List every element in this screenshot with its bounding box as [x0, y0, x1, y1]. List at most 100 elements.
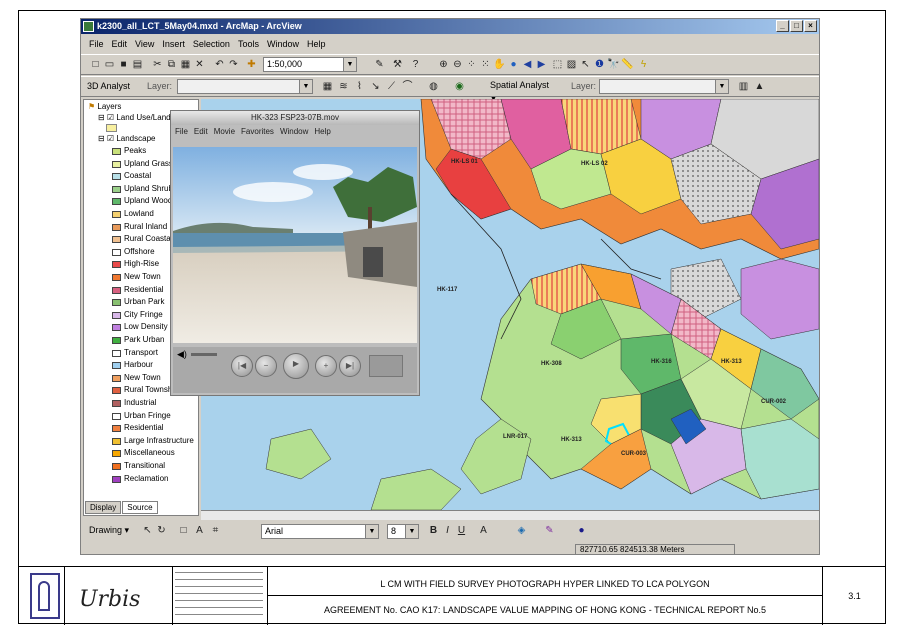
legend-swatch[interactable] [112, 198, 121, 206]
player-menu-movie[interactable]: Movie [214, 127, 235, 136]
select-features-icon[interactable]: ⬚ [551, 58, 564, 71]
identify-icon[interactable]: ❶ [593, 58, 606, 71]
legend-swatch[interactable] [112, 223, 121, 231]
toc-group-2[interactable]: ⊟ ☑ Landscape [98, 134, 155, 143]
title-bar[interactable]: k2300_all_LCT_5May04.mxd - ArcMap - ArcV… [81, 19, 819, 34]
edit-vertices-icon[interactable]: ⌗ [209, 524, 222, 537]
play-button[interactable]: ▶ [283, 353, 309, 379]
toc-root[interactable]: ⚑ Layers [88, 102, 121, 111]
font-combo[interactable]: Arial ▼ [261, 524, 379, 539]
fixed-zoom-out-icon[interactable]: ⁙ [479, 58, 492, 71]
contour-icon[interactable]: ≋ [337, 80, 350, 93]
chevron-down-icon[interactable]: ▼ [299, 80, 312, 93]
hillshade-icon[interactable]: ▲ [753, 80, 766, 93]
menu-file[interactable]: File [89, 36, 104, 52]
fast-forward-button[interactable]: + [315, 355, 337, 377]
tab-source[interactable]: Source [122, 501, 158, 514]
redo-icon[interactable]: ↷ [227, 58, 240, 71]
chevron-down-icon[interactable]: ▼ [405, 525, 418, 538]
volume-slider[interactable] [191, 353, 217, 356]
legend-swatch[interactable] [112, 236, 121, 244]
legend-swatch[interactable] [112, 412, 121, 420]
3d-analyst-label[interactable]: 3D Analyst [87, 81, 130, 91]
rotate-icon[interactable]: ↻ [155, 524, 168, 537]
legend-swatch[interactable] [112, 324, 121, 332]
volume-icon[interactable]: ◀) [177, 349, 187, 360]
hyperlink-icon[interactable]: ϟ [637, 58, 650, 71]
arcscene-icon[interactable]: ◍ [427, 80, 440, 93]
legend-swatch[interactable] [112, 450, 121, 458]
interpolate-icon[interactable]: ⌒ [401, 80, 414, 93]
bold-icon[interactable]: B [427, 524, 440, 537]
profile-icon[interactable]: ⌇ [353, 80, 366, 93]
menu-help[interactable]: Help [307, 36, 326, 52]
chevron-down-icon[interactable]: ▼ [343, 58, 356, 71]
legend-swatch[interactable] [112, 173, 121, 181]
3d-layer-combo[interactable]: ▼ [177, 79, 313, 94]
player-menu-edit[interactable]: Edit [194, 127, 208, 136]
font-size-combo[interactable]: 8 ▼ [387, 524, 419, 539]
legend-swatch[interactable] [112, 362, 121, 370]
legend-swatch[interactable] [112, 211, 121, 218]
save-icon[interactable]: ■ [117, 58, 130, 71]
zoom-in-icon[interactable]: ⊕ [437, 58, 450, 71]
arctoolbox-icon[interactable]: ⚒ [391, 58, 404, 71]
legend-swatch[interactable] [112, 160, 121, 168]
menu-edit[interactable]: Edit [112, 36, 128, 52]
full-extent-icon[interactable]: ● [507, 58, 520, 71]
undo-icon[interactable]: ↶ [213, 58, 226, 71]
legend-swatch[interactable] [112, 299, 121, 307]
legend-swatch[interactable] [112, 248, 121, 256]
rewind-button[interactable]: − [255, 355, 277, 377]
menu-selection[interactable]: Selection [193, 36, 230, 52]
select-pointer-icon[interactable]: ↖ [141, 524, 154, 537]
copy-icon[interactable]: ⧉ [165, 58, 178, 71]
legend-swatch[interactable] [112, 337, 121, 344]
drawing-menu[interactable]: Drawing ▾ [89, 525, 129, 536]
player-menu-file[interactable]: File [175, 127, 188, 136]
clear-selection-icon[interactable]: ▨ [565, 58, 578, 71]
chevron-down-icon[interactable]: ▼ [365, 525, 378, 538]
font-color-icon[interactable]: A [477, 524, 490, 537]
rectangle-icon[interactable]: □ [177, 524, 190, 537]
legend-swatch[interactable] [112, 374, 121, 382]
underline-icon[interactable]: U [455, 524, 468, 537]
movie-player-window[interactable]: HK-323 FSP23-07B.mov File Edit Movie Fav… [170, 110, 420, 396]
scale-combo[interactable]: 1:50,000 ▼ [263, 57, 357, 72]
legend-swatch[interactable] [112, 463, 121, 470]
player-menu-favorites[interactable]: Favorites [241, 127, 274, 136]
menu-view[interactable]: View [135, 36, 154, 52]
legend-swatch[interactable] [112, 185, 121, 193]
player-menu-window[interactable]: Window [280, 127, 308, 136]
legend-swatch[interactable] [112, 437, 121, 445]
step-back-button[interactable]: |◀ [231, 355, 253, 377]
marker-color-icon[interactable]: ● [575, 524, 588, 537]
back-extent-icon[interactable]: ◀ [521, 58, 534, 71]
delete-icon[interactable]: ✕ [193, 58, 206, 71]
legend-swatch[interactable] [112, 148, 121, 155]
open-icon[interactable]: ▭ [103, 58, 116, 71]
new-icon[interactable]: □ [89, 58, 102, 71]
player-title[interactable]: HK-323 FSP23-07B.mov [171, 111, 419, 125]
surface-icon[interactable]: ▦ [321, 80, 334, 93]
legend-swatch[interactable] [112, 425, 121, 433]
legend-swatch[interactable] [112, 400, 121, 407]
options-button[interactable] [369, 355, 403, 377]
player-menu-help[interactable]: Help [314, 127, 330, 136]
select-elements-icon[interactable]: ↖ [579, 58, 592, 71]
legend-swatch[interactable] [112, 387, 121, 395]
forward-extent-icon[interactable]: ▶ [535, 58, 548, 71]
maximize-button[interactable]: □ [790, 20, 803, 32]
legend-swatch[interactable] [112, 286, 121, 294]
whats-this-icon[interactable]: ? [409, 58, 422, 71]
measure-icon[interactable]: 📏 [621, 58, 634, 71]
italic-icon[interactable]: I [441, 524, 454, 537]
fixed-zoom-in-icon[interactable]: ⁘ [465, 58, 478, 71]
close-button[interactable]: × [804, 20, 817, 32]
paste-icon[interactable]: ▦ [179, 58, 192, 71]
line-color-icon[interactable]: ✎ [543, 524, 556, 537]
fill-color-icon[interactable]: ◈ [515, 524, 528, 537]
legend-swatch[interactable] [112, 475, 121, 483]
line-of-sight-icon[interactable]: ⟋ [385, 80, 398, 93]
histogram-icon[interactable]: ▥ [737, 80, 750, 93]
